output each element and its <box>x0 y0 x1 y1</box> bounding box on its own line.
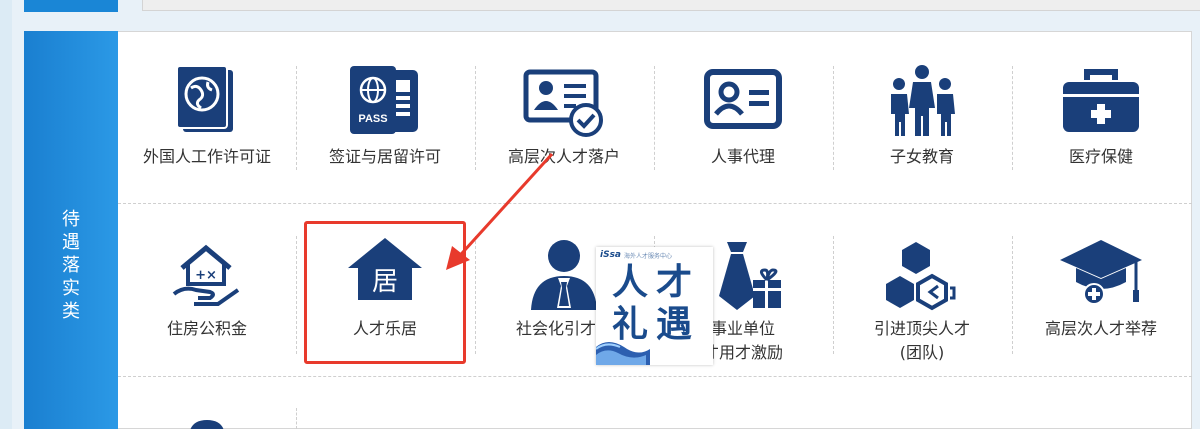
category-char: 落 <box>62 255 80 276</box>
house-hand-icon: +× <box>172 244 240 306</box>
graduate-cap-icon <box>1060 240 1142 305</box>
service-label: 住房公积金 <box>166 319 247 338</box>
previous-section-edge <box>24 0 1200 14</box>
service-label: 高层次人才举荐 <box>1044 319 1157 338</box>
service-item-personnel-agency[interactable]: 人事代理 <box>654 62 832 182</box>
page-left-strip <box>0 0 12 429</box>
badge-header: iSsa 海外人才服务中心 <box>600 250 710 262</box>
hexagon-people-icon <box>886 242 956 311</box>
service-item-healthcare[interactable]: 医疗保健 <box>1012 62 1190 182</box>
id-card-check-icon <box>523 69 603 137</box>
service-item-work-permit[interactable]: 外国人工作许可证 <box>118 62 296 182</box>
passport-pass-icon: PASS <box>350 66 418 134</box>
service-item-children-education[interactable]: 子女教育 <box>833 62 1011 182</box>
service-label: 外国人工作许可证 <box>142 147 271 166</box>
badge-char: 才 <box>656 262 693 303</box>
talent-courtesy-badge[interactable]: iSsa 海外人才服务中心 人 才 礼 遇 <box>596 247 713 365</box>
svg-text:PASS: PASS <box>358 113 387 125</box>
service-item-next-row[interactable] <box>118 410 296 429</box>
category-char: 遇 <box>62 232 80 253</box>
service-label: 引进顶尖人才 <box>873 319 970 338</box>
service-item-talent-recommendation[interactable]: 高层次人才举荐 <box>1012 232 1190 362</box>
service-label: 子女教育 <box>889 147 954 166</box>
badge-header-text: 海外人才服务中心 <box>624 253 673 260</box>
service-label: 医疗保健 <box>1068 147 1133 166</box>
badge-char: 人 <box>612 262 649 303</box>
badge-logo: iSsa <box>600 250 621 260</box>
tie-gift-icon <box>719 242 781 310</box>
service-item-top-talent-introduction[interactable]: 引进顶尖人才 (团队) <box>833 232 1011 362</box>
wave-decoration <box>596 342 650 365</box>
category-char: 类 <box>62 301 80 322</box>
previous-section-panel-edge <box>142 0 1200 11</box>
category-char: 实 <box>62 278 80 299</box>
svg-text:+×: +× <box>195 268 217 283</box>
category-title: 待 遇 落 实 类 <box>24 208 118 323</box>
category-label: 待 遇 落 实 类 <box>24 31 118 429</box>
previous-section-label-edge <box>24 0 118 12</box>
service-item-housing-fund[interactable]: +× 住房公积金 <box>118 232 296 362</box>
medical-kit-icon <box>1063 69 1139 132</box>
column-divider <box>296 408 297 429</box>
person-icon <box>190 420 224 429</box>
row-divider <box>118 203 1192 204</box>
profile-card-icon <box>704 69 782 129</box>
service-label: 人事代理 <box>710 147 775 166</box>
service-label-line2: (团队) <box>899 343 945 362</box>
category-char: 待 <box>62 209 80 230</box>
passport-globe-icon <box>176 65 233 132</box>
row-divider <box>118 376 1192 377</box>
arrow-annotation <box>446 152 554 270</box>
family-icon <box>891 65 955 136</box>
